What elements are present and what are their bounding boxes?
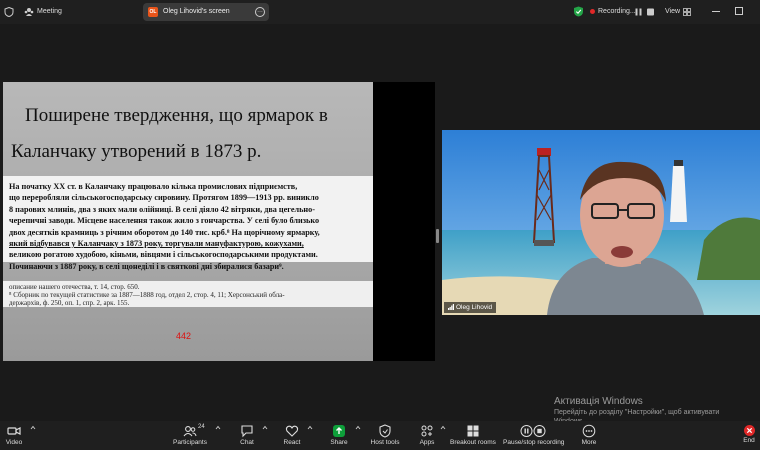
host-shield-icon: [379, 424, 391, 438]
pause-recording-icon[interactable]: [634, 7, 643, 17]
breakout-rooms-icon: [467, 425, 479, 437]
participant-video-tile[interactable]: Oleg Lihovid: [442, 130, 760, 315]
meeting-title: Meeting: [37, 8, 62, 15]
apps-button[interactable]: Apps: [416, 421, 438, 446]
shared-screen: Поширене твердження, що ярмарок в Каланч…: [3, 82, 435, 361]
breakout-rooms-label: Breakout rooms: [450, 439, 496, 446]
host-tools-button[interactable]: Host tools: [368, 421, 402, 446]
page-text-line: На початку XX ст. в Каланчаку працювало …: [9, 182, 298, 191]
minimize-icon[interactable]: [712, 11, 720, 12]
participant-name: Oleg Lihovid: [456, 304, 493, 311]
share-screen-icon: [333, 425, 345, 437]
pause-stop-recording-label: Pause/stop recording: [503, 439, 565, 446]
view-menu[interactable]: View: [665, 8, 680, 15]
end-meeting-icon: [743, 425, 755, 436]
stop-recording-icon[interactable]: [646, 7, 655, 17]
end-meeting-button[interactable]: End: [740, 421, 758, 444]
host-tools-label: Host tools: [370, 439, 400, 446]
participants-icon: [183, 426, 197, 437]
zoom-meeting-window: Meeting OL Oleg Lihovid's screen … Recor…: [0, 0, 760, 450]
page-text-line: черепичні заводи. Місцеве населення тако…: [9, 216, 320, 226]
activation-watermark-title: Активація Windows: [554, 396, 643, 407]
chat-options-caret-icon[interactable]: [262, 425, 268, 430]
view-grid-icon[interactable]: [683, 8, 691, 16]
activation-watermark-text: Перейдіть до розділу "Настройки", щоб ак…: [554, 409, 720, 416]
encryption-shield-icon[interactable]: [573, 6, 584, 17]
react-label: React: [283, 439, 301, 446]
page-text-line: двох десятків крамниць з річним оборотом…: [9, 227, 320, 237]
page-text-line: великою рогатою худобою, кіньми, вівцями…: [9, 250, 318, 260]
recording-dot-icon: [590, 9, 595, 14]
video-camera-icon: [7, 427, 21, 435]
presentation-slide: Поширене твердження, що ярмарок в Каланч…: [3, 82, 373, 361]
footnote-line: описание нашего отечества, т. 14, стор. …: [9, 283, 140, 291]
scanned-page-excerpt: На початку XX ст. в Каланчаку працювало …: [3, 176, 373, 271]
screen-share-indicator[interactable]: OL Oleg Lihovid's screen …: [143, 3, 269, 21]
video-frame: [442, 130, 760, 315]
scanned-page-footnotes: описание нашего отечества, т. 14, стор. …: [3, 281, 373, 307]
share-options-icon[interactable]: …: [255, 7, 265, 17]
title-bar: Meeting OL Oleg Lihovid's screen … Recor…: [0, 0, 760, 24]
participants-count: 24: [198, 424, 205, 430]
react-options-caret-icon[interactable]: [307, 425, 313, 430]
apps-icon: [421, 425, 433, 437]
participant-name-tag: Oleg Lihovid: [444, 302, 497, 313]
end-label: End: [743, 437, 755, 444]
screen-share-label: Oleg Lihovid's screen: [163, 8, 230, 15]
pause-stop-recording-icon: [520, 425, 546, 437]
page-text-line: який відбувався у Каланчаку з 1873 року,…: [9, 239, 304, 249]
page-text-line: що переробляли сільськогосподарську сиро…: [9, 193, 319, 203]
share-options-caret-icon[interactable]: [355, 425, 361, 430]
more-options-icon: [582, 424, 596, 438]
page-text-line: Починаючи з 1887 року, в селі щонеділі і…: [9, 261, 284, 271]
share-screen-button[interactable]: Share: [326, 421, 352, 446]
slide-title-line: Поширене твердження, що ярмарок в: [25, 105, 328, 126]
chat-label: Chat: [240, 439, 254, 446]
share-label: Share: [330, 439, 348, 446]
heart-react-icon: [285, 425, 299, 437]
view-splitter-handle[interactable]: [436, 229, 439, 243]
pause-stop-recording-button[interactable]: Pause/stop recording: [503, 421, 565, 446]
video-options-caret-icon[interactable]: [30, 425, 36, 430]
meeting-participants-icon: [24, 8, 34, 16]
participants-options-caret-icon[interactable]: [215, 425, 221, 430]
react-button[interactable]: React: [280, 421, 304, 446]
recording-status: Recording...: [598, 8, 636, 15]
slide-title-line: Каланчаку утворений в 1873 р.: [11, 141, 262, 162]
participants-label: Participants: [173, 439, 207, 446]
video-button[interactable]: Video: [3, 421, 25, 446]
signal-strength-icon: [448, 304, 454, 310]
footnote-line: ⁸ Сборник по текущей статистике за 1887—…: [9, 291, 285, 299]
more-button[interactable]: More: [578, 421, 600, 446]
page-text-line: 8 парових млинів, два з яких мали олійни…: [9, 204, 315, 214]
chat-button[interactable]: Chat: [236, 421, 258, 446]
slide-number: 442: [176, 331, 192, 341]
meeting-toolbar: Video Participants 24 Chat React Share H…: [0, 421, 760, 450]
sharer-avatar: OL: [148, 7, 158, 17]
apps-options-caret-icon[interactable]: [440, 425, 446, 430]
chat-bubble-icon: [241, 425, 253, 438]
maximize-icon[interactable]: [735, 7, 743, 15]
apps-label: Apps: [419, 439, 435, 446]
video-label: Video: [5, 439, 23, 446]
slide-title: Поширене твердження, що ярмарок в Каланч…: [11, 98, 367, 170]
security-shield-icon[interactable]: [4, 7, 14, 17]
breakout-rooms-button[interactable]: Breakout rooms: [450, 421, 496, 446]
footnote-line: держархів, ф. 250, оп. 1, спр. 2, арк. 1…: [9, 299, 130, 307]
more-label: More: [581, 439, 597, 446]
